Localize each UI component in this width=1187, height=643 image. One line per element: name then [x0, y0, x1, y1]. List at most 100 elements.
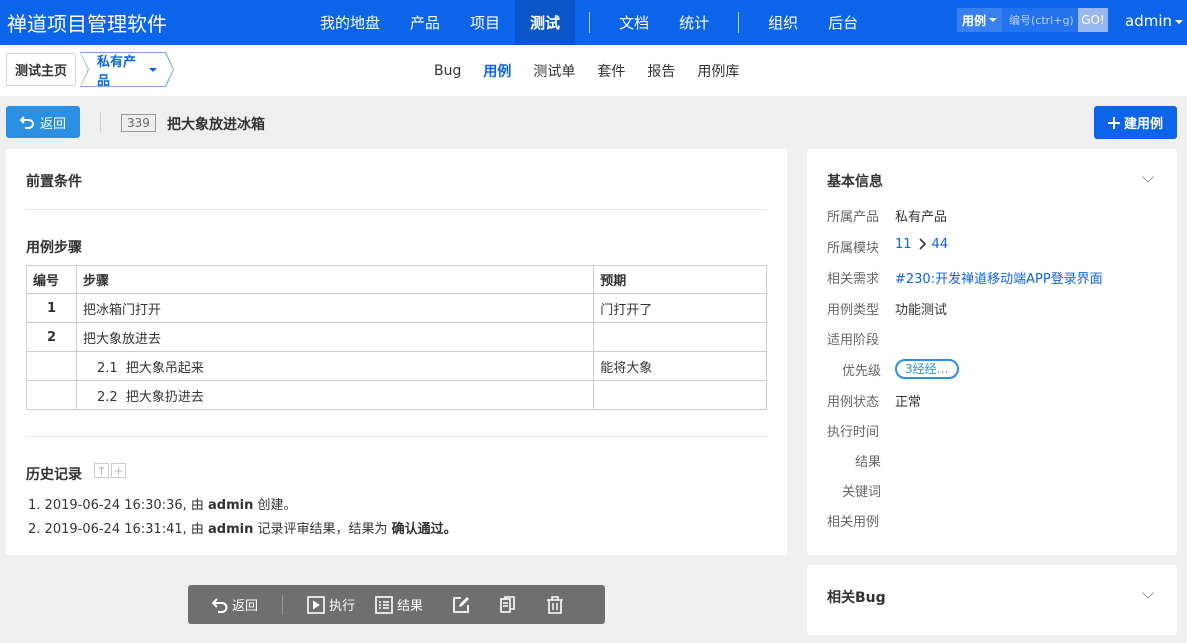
- nav-company[interactable]: 组织: [753, 0, 813, 45]
- undo-icon: [19, 116, 34, 129]
- action-delete-button[interactable]: [546, 595, 564, 614]
- chevron-down-icon[interactable]: [1142, 587, 1154, 599]
- brand-title[interactable]: 禅道项目管理软件: [7, 8, 167, 37]
- action-result-label: 结果: [397, 599, 424, 614]
- create-case-button[interactable]: 建用例: [1094, 106, 1177, 139]
- history-result: 确认通过。: [391, 522, 457, 537]
- sub-tabs: Bug 用例 测试单 套件 报告 用例库: [423, 45, 750, 96]
- nav-my[interactable]: 我的地盘: [305, 0, 395, 45]
- history-time: 2019-06-24 16:30:36, 由: [44, 498, 204, 513]
- top-header: 禅道项目管理软件 我的地盘 产品 项目 测试 文档 统计 组织 后台 用例 编号…: [0, 0, 1187, 45]
- tab-report[interactable]: 报告: [636, 61, 686, 81]
- nav-test[interactable]: 测试: [515, 0, 576, 45]
- plus-icon[interactable]: +: [111, 463, 126, 478]
- tab-case[interactable]: 用例: [472, 61, 522, 81]
- tab-caselib[interactable]: 用例库: [686, 61, 750, 81]
- nav-doc[interactable]: 文档: [604, 0, 664, 45]
- info-value-status: 正常: [895, 395, 922, 410]
- step-expect: [593, 380, 767, 410]
- history-item: 2. 2019-06-24 16:31:41, 由 admin 记录评审结果，结…: [28, 518, 457, 537]
- trash-icon: [547, 595, 564, 614]
- action-result-button[interactable]: 结果: [375, 595, 423, 614]
- nav-admin[interactable]: 后台: [813, 0, 873, 45]
- info-label: 所属产品: [827, 210, 880, 225]
- action-back-button[interactable]: 返回: [212, 595, 258, 614]
- edit-icon: [453, 596, 470, 613]
- step-num: 2: [26, 322, 77, 352]
- action-run-button[interactable]: 执行: [307, 595, 355, 614]
- action-run-label: 执行: [329, 599, 356, 614]
- action-divider: [282, 594, 284, 615]
- action-edit-button[interactable]: [452, 596, 470, 614]
- case-title: 把大象放进冰箱: [167, 117, 265, 133]
- substep-text: 把大象吊起来: [125, 360, 204, 376]
- step-desc: 2.1 把大象吊起来: [75, 351, 595, 381]
- history-index: 2.: [28, 522, 41, 537]
- arrow-up-icon[interactable]: ↑: [94, 463, 109, 478]
- step-expect: 能将大象: [593, 351, 767, 381]
- create-case-label: 建用例: [1123, 117, 1163, 132]
- plus-icon: [1107, 116, 1120, 129]
- info-label: 所属模块: [827, 241, 880, 256]
- tab-testtask[interactable]: 测试单: [522, 61, 586, 81]
- table-row: 2.1 把大象吊起来 能将大象: [26, 351, 767, 381]
- step-desc: 2.2 把大象扔进去: [75, 380, 595, 410]
- tab-suite[interactable]: 套件: [586, 61, 636, 81]
- case-detail-panel: 前置条件 用例步骤 编号 步骤 预期 1 把冰箱门打开 门打开了 2 把大象放进…: [6, 149, 787, 555]
- main-nav: 我的地盘 产品 项目 测试 文档 统计 组织 后台: [305, 0, 873, 45]
- nav-divider: [589, 12, 591, 33]
- info-label: 适用阶段: [827, 333, 880, 348]
- info-value-product[interactable]: 私有产品: [895, 206, 947, 225]
- search-type-select[interactable]: 用例: [957, 8, 1002, 32]
- copy-icon: [500, 595, 515, 613]
- steps-table: 编号 步骤 预期 1 把冰箱门打开 门打开了 2 把大象放进去 2.1 把大象吊…: [26, 265, 767, 410]
- breadcrumb-product-label: 私有产品: [97, 54, 137, 89]
- nav-project[interactable]: 项目: [455, 0, 515, 45]
- info-exec-time: 执行时间: [827, 421, 895, 440]
- history-time: 2019-06-24 16:31:41, 由: [44, 522, 204, 537]
- chevron-down-icon[interactable]: [1142, 171, 1154, 183]
- priority-badge: 3经经…: [895, 359, 959, 379]
- breadcrumb-product[interactable]: 私有产品: [81, 53, 173, 86]
- col-header-step: 步骤: [75, 265, 595, 294]
- history-tools: ↑ +: [94, 463, 126, 478]
- info-stage: 适用阶段: [827, 329, 895, 348]
- info-module: 所属模块 11 44: [827, 237, 948, 256]
- substep-index: 2.2: [96, 389, 118, 405]
- info-label: 相关用例: [827, 515, 880, 530]
- history-actor: admin: [208, 522, 254, 537]
- chevron-down-icon: [149, 67, 157, 72]
- related-bug-title: 相关Bug: [827, 590, 886, 606]
- step-num-empty: [26, 380, 77, 410]
- search-input[interactable]: 编号(ctrl+g): [1002, 8, 1078, 32]
- user-menu[interactable]: admin: [1125, 12, 1183, 30]
- nav-report[interactable]: 统计: [664, 0, 724, 45]
- nav-product[interactable]: 产品: [395, 0, 455, 45]
- action-copy-button[interactable]: [499, 595, 517, 614]
- tab-bug[interactable]: Bug: [423, 63, 472, 79]
- module-link-b[interactable]: 44: [932, 237, 949, 256]
- search-go-button[interactable]: GO!: [1078, 8, 1108, 32]
- basic-info-title: 基本信息: [827, 174, 883, 190]
- substep-index: 2.1: [96, 360, 118, 376]
- info-pri: 优先级 3经经…: [827, 359, 959, 379]
- info-status: 用例状态 正常: [827, 391, 921, 410]
- info-result: 结果: [827, 451, 895, 470]
- chevron-down-icon: [1175, 19, 1183, 24]
- table-row: 2 把大象放进去: [26, 322, 767, 352]
- history-title: 历史记录: [26, 467, 82, 483]
- info-label: 相关需求: [827, 272, 880, 287]
- related-bug-panel: 相关Bug: [807, 565, 1177, 635]
- step-desc: 把冰箱门打开: [75, 293, 595, 323]
- toolbar-divider: [100, 112, 101, 132]
- breadcrumb-test-home[interactable]: 测试主页: [6, 53, 77, 86]
- step-num-empty: [26, 351, 77, 381]
- steps-title: 用例步骤: [26, 240, 82, 256]
- info-story: 相关需求 #230:开发禅道移动端APP登录界面: [827, 268, 1103, 287]
- history-item: 1. 2019-06-24 16:30:36, 由 admin 创建。: [28, 494, 297, 513]
- story-link[interactable]: #230:开发禅道移动端APP登录界面: [895, 268, 1103, 287]
- module-link-a[interactable]: 11: [895, 237, 912, 256]
- step-desc: 把大象放进去: [75, 322, 595, 352]
- undo-icon: [212, 597, 228, 613]
- back-button[interactable]: 返回: [6, 106, 80, 138]
